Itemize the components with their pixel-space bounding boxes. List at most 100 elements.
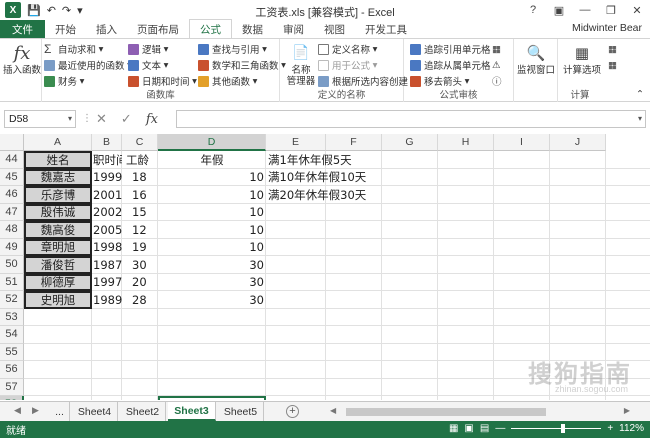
cell-employee-name[interactable]: 乐彦博 bbox=[24, 186, 92, 204]
define-name-button[interactable]: 定义名称 ▾ bbox=[318, 42, 377, 56]
row-header-54[interactable]: 54 bbox=[0, 326, 24, 344]
expand-formula-icon[interactable]: ▾ bbox=[638, 114, 642, 123]
sheet-tab-sheet4[interactable]: Sheet4 bbox=[72, 402, 118, 421]
cell-employee-seniority[interactable]: 30 bbox=[122, 256, 158, 274]
cell-employee-leave[interactable]: 10 bbox=[158, 221, 266, 239]
help-icon[interactable]: ? bbox=[520, 0, 546, 20]
cell-employee-name[interactable]: 魏高俊 bbox=[24, 221, 92, 239]
cell-header-leave[interactable]: 年假 bbox=[158, 151, 266, 169]
scrollbar-thumb[interactable] bbox=[346, 408, 546, 416]
column-header-h[interactable]: H bbox=[438, 134, 494, 151]
cell-employee-year[interactable]: 1998 bbox=[92, 239, 122, 257]
row-header-45[interactable]: 45 bbox=[0, 168, 24, 186]
column-header-d[interactable]: D bbox=[158, 134, 266, 151]
column-header-c[interactable]: C bbox=[122, 134, 158, 151]
cell-employee-leave[interactable]: 30 bbox=[158, 291, 266, 309]
column-header-i[interactable]: I bbox=[494, 134, 550, 151]
cell-employee-name[interactable]: 柳德厚 bbox=[24, 273, 92, 291]
tab-insert[interactable]: 插入 bbox=[86, 20, 127, 38]
column-header-b[interactable]: B bbox=[92, 134, 122, 151]
column-header-j[interactable]: J bbox=[550, 134, 606, 151]
cell-header-year[interactable]: 职时间 bbox=[92, 151, 122, 169]
remove-arrows-button[interactable]: 移去箭头 ▾ bbox=[410, 74, 469, 88]
financial-button[interactable]: 财务 ▾ bbox=[44, 74, 84, 88]
sheet-tab-sheet3[interactable]: Sheet3 bbox=[168, 402, 216, 421]
cell-employee-leave[interactable]: 10 bbox=[158, 186, 266, 204]
row-header-47[interactable]: 47 bbox=[0, 203, 24, 221]
active-cell-d58[interactable] bbox=[158, 396, 266, 400]
row-header-53[interactable]: 53 bbox=[0, 308, 24, 326]
evaluate-formula-icon[interactable]: ⓘ bbox=[492, 74, 502, 88]
row-header-55[interactable]: 55 bbox=[0, 343, 24, 361]
cell-employee-leave[interactable]: 10 bbox=[158, 204, 266, 222]
watch-window-button[interactable]: 🔍 监视窗口 bbox=[516, 41, 556, 76]
use-in-formula-button[interactable]: 用于公式 ▾ bbox=[318, 58, 377, 72]
normal-view-icon[interactable]: ▦ bbox=[449, 423, 458, 434]
cell-employee-year[interactable]: 1989 bbox=[92, 291, 122, 309]
scroll-left-arrow-icon[interactable]: ◀ bbox=[330, 406, 336, 415]
zoom-slider-knob[interactable] bbox=[561, 424, 566, 433]
scroll-left-icon[interactable]: ◀ bbox=[14, 405, 21, 416]
row-header-49[interactable]: 49 bbox=[0, 238, 24, 256]
tab-review[interactable]: 审阅 bbox=[273, 20, 314, 38]
cell-header-name[interactable]: 姓名 bbox=[24, 151, 92, 169]
cell-employee-seniority[interactable]: 12 bbox=[122, 221, 158, 239]
date-time-button[interactable]: 日期和时间 ▾ bbox=[128, 74, 197, 88]
cell-employee-year[interactable]: 1999 bbox=[92, 169, 122, 187]
undo-icon[interactable]: ↶ bbox=[47, 4, 56, 17]
cell-employee-leave[interactable]: 10 bbox=[158, 239, 266, 257]
tab-formulas[interactable]: 公式 bbox=[189, 19, 232, 38]
cell-employee-seniority[interactable]: 20 bbox=[122, 274, 158, 292]
trace-precedents-button[interactable]: 追踪引用单元格 bbox=[410, 42, 491, 56]
tab-home[interactable]: 开始 bbox=[45, 20, 86, 38]
collapse-ribbon-icon[interactable]: ⌃ bbox=[636, 87, 644, 101]
tab-data[interactable]: 数据 bbox=[232, 20, 273, 38]
text-button[interactable]: 文本 ▾ bbox=[128, 58, 168, 72]
cell-employee-year[interactable]: 2002 bbox=[92, 204, 122, 222]
cancel-icon[interactable]: ✕ bbox=[96, 111, 107, 127]
tab-developer[interactable]: 开发工具 bbox=[355, 20, 417, 38]
cell-employee-year[interactable]: 2005 bbox=[92, 221, 122, 239]
logical-button[interactable]: 逻辑 ▾ bbox=[128, 42, 168, 56]
cell-employee-seniority[interactable]: 15 bbox=[122, 204, 158, 222]
row-header-44[interactable]: 44 bbox=[0, 151, 24, 169]
row-header-46[interactable]: 46 bbox=[0, 186, 24, 204]
minimize-icon[interactable]: — bbox=[572, 0, 598, 20]
row-header-57[interactable]: 57 bbox=[0, 378, 24, 396]
zoom-level[interactable]: 112% bbox=[619, 423, 644, 434]
chevron-down-icon[interactable]: ▾ bbox=[68, 114, 72, 123]
tab-page-layout[interactable]: 页面布局 bbox=[127, 20, 189, 38]
trace-dependents-button[interactable]: 追踪从属单元格 bbox=[410, 58, 491, 72]
cell-employee-note[interactable]: 满20年休年假30天 bbox=[266, 186, 382, 204]
column-header-g[interactable]: G bbox=[382, 134, 438, 151]
cell-employee-leave[interactable]: 10 bbox=[158, 169, 266, 187]
page-layout-view-icon[interactable]: ▣ bbox=[464, 423, 473, 434]
tab-file[interactable]: 文件 bbox=[0, 20, 45, 38]
cell-employee-name[interactable]: 魏嘉志 bbox=[24, 168, 92, 186]
more-functions-button[interactable]: 其他函数 ▾ bbox=[198, 74, 257, 88]
customize-qat-icon[interactable]: ▾ bbox=[77, 4, 83, 17]
add-sheet-icon[interactable]: + bbox=[286, 405, 299, 418]
cell-header-note[interactable]: 满1年休年假5天 bbox=[266, 151, 382, 169]
row-header-58[interactable]: 58 bbox=[0, 396, 24, 400]
name-manager-button[interactable]: 📄 名称 管理器 bbox=[284, 41, 318, 88]
cell-employee-seniority[interactable]: 28 bbox=[122, 291, 158, 309]
row-header-50[interactable]: 50 bbox=[0, 256, 24, 274]
show-formulas-icon[interactable]: ▦ bbox=[492, 42, 501, 56]
math-trig-button[interactable]: 数学和三角函数 ▾ bbox=[198, 58, 286, 72]
row-header-52[interactable]: 52 bbox=[0, 291, 24, 309]
column-header-a[interactable]: A bbox=[24, 134, 92, 151]
cell-employee-year[interactable]: 1997 bbox=[92, 274, 122, 292]
cell-header-seniority[interactable]: 工龄 bbox=[122, 151, 158, 169]
cell-employee-leave[interactable]: 30 bbox=[158, 256, 266, 274]
cell-employee-note[interactable]: 满10年休年假10天 bbox=[266, 169, 382, 187]
column-header-f[interactable]: F bbox=[326, 134, 382, 151]
select-all-corner[interactable] bbox=[0, 134, 24, 151]
recent-functions-button[interactable]: 最近使用的函数 ▾ bbox=[44, 58, 132, 72]
tab-view[interactable]: 视图 bbox=[314, 20, 355, 38]
cell-employee-leave[interactable]: 30 bbox=[158, 274, 266, 292]
cell-employee-seniority[interactable]: 19 bbox=[122, 239, 158, 257]
page-break-view-icon[interactable]: ▤ bbox=[480, 423, 489, 434]
ribbon-display-icon[interactable]: ▣ bbox=[546, 0, 572, 20]
error-checking-icon[interactable]: ⚠ bbox=[492, 58, 501, 72]
